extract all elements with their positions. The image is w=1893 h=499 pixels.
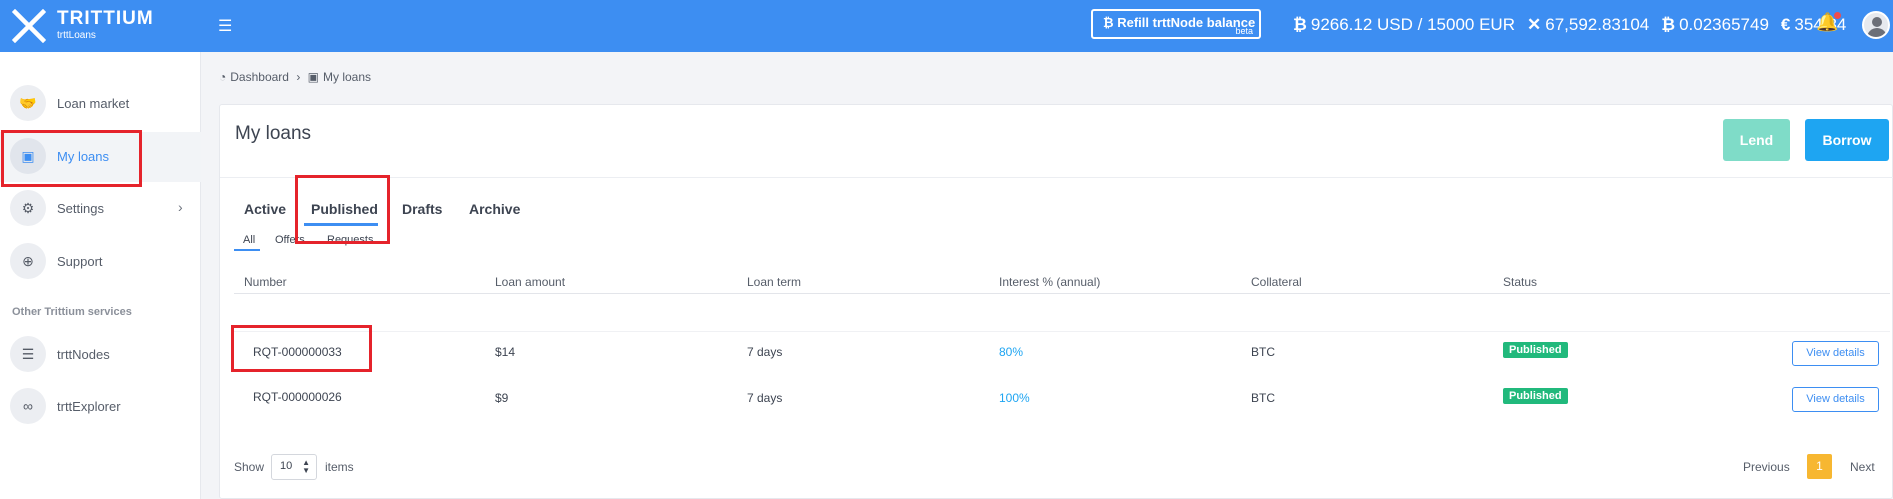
sidebar-item-trttnodes[interactable]: ☰ trttNodes: [0, 330, 201, 380]
table-cell-collateral: BTC: [1251, 345, 1275, 359]
previous-page-link[interactable]: Previous: [1743, 460, 1790, 474]
breadcrumb-dashboard[interactable]: Dashboard: [230, 70, 289, 84]
table-cell-interest: 100%: [999, 391, 1030, 405]
app-name: TRITTIUM: [57, 8, 154, 29]
sidebar-item-support[interactable]: ⊕ Support: [0, 237, 201, 287]
table-cell-number: RQT-000000026: [253, 390, 342, 404]
bitcoin-icon: ₿: [1293, 15, 1307, 34]
handshake-icon: 🤝: [10, 85, 46, 121]
sidebar-item-label: Loan market: [57, 96, 130, 111]
show-label: Show: [234, 460, 265, 474]
dashboard-icon: ◔: [219, 70, 227, 84]
beta-badge: beta: [1235, 26, 1253, 36]
table-cell-collateral: BTC: [1251, 391, 1275, 405]
chevron-right-icon: ›: [178, 199, 183, 215]
lifebuoy-icon: ⊕: [10, 243, 46, 279]
tab-drafts[interactable]: Drafts: [402, 201, 442, 217]
table-cell-interest: 80%: [999, 345, 1024, 359]
page-size-select[interactable]: 10 ▲ ▼: [271, 454, 317, 480]
avatar-body: [1867, 28, 1887, 37]
sidebar-item-label: trttExplorer: [57, 399, 121, 414]
balances: ₿ 9266.12 USD / 15000 EUR ✕ 67,592.83104 ₿ 0.…: [1293, 15, 1858, 35]
avatar-head: [1872, 17, 1882, 27]
highlight-box-published-tab: [295, 175, 390, 244]
sidebar-item-settings[interactable]: ⚙ Settings ›: [0, 184, 201, 234]
table-cell-amount: $9: [495, 391, 509, 405]
balance-trittium: ✕ 67,592.83104: [1527, 15, 1649, 34]
gear-icon: ⚙: [10, 190, 46, 226]
next-page-link[interactable]: Next: [1850, 460, 1875, 474]
page-title: My loans: [235, 123, 312, 144]
sidebar-item-label: Support: [57, 254, 103, 269]
tab-archive[interactable]: Archive: [469, 201, 520, 217]
balance-value: 9266.12 USD / 15000 EUR: [1310, 15, 1515, 34]
balance-usd-eur: ₿ 9266.12 USD / 15000 EUR: [1293, 15, 1515, 34]
status-badge: Published: [1503, 342, 1568, 358]
chevron-right-icon: ›: [296, 70, 301, 84]
balance-value: 0.02365749: [1679, 15, 1769, 34]
sidebar-item-loan-market[interactable]: 🤝 Loan market: [0, 79, 201, 129]
refill-balance-button[interactable]: ₿ Refill trttNode balance beta: [1091, 9, 1261, 39]
notification-dot: [1834, 12, 1841, 19]
balance-value: 67,592.83104: [1545, 15, 1650, 34]
menu-toggle-icon[interactable]: ☰: [218, 16, 232, 36]
table-cell-term: 7 days: [747, 391, 783, 405]
column-header-status: Status: [1503, 275, 1538, 289]
page-size-value: 10: [280, 460, 293, 472]
view-details-button[interactable]: View details: [1792, 341, 1879, 366]
briefcase-icon: ▣: [307, 70, 319, 84]
column-header-loan-amount: Loan amount: [495, 275, 566, 289]
sidebar-item-label: Settings: [57, 201, 104, 216]
breadcrumb-current: My loans: [323, 70, 372, 84]
lend-button[interactable]: Lend: [1723, 119, 1790, 161]
view-details-button[interactable]: View details: [1792, 387, 1879, 412]
link-icon: ∞: [10, 388, 46, 424]
server-icon: ☰: [10, 336, 46, 372]
top-bar: TRITTIUM trttLoans ☰ ₿ Refill trttNode b…: [0, 0, 1893, 52]
sidebar-item-label: trttNodes: [57, 347, 110, 362]
subtab-all[interactable]: All: [243, 234, 255, 246]
app-subtitle: trttLoans: [57, 30, 96, 41]
trittium-logo-icon: [12, 9, 46, 43]
divider: [220, 177, 1893, 178]
tab-active[interactable]: Active: [244, 201, 286, 217]
row-divider: [234, 331, 1890, 332]
table-cell-amount: $14: [495, 345, 516, 359]
bitcoin-icon: ₿: [1661, 15, 1676, 34]
highlight-box-my-loans: [1, 130, 142, 187]
table-cell-term: 7 days: [747, 345, 783, 359]
balance-btc: ₿ 0.02365749: [1661, 15, 1769, 34]
column-header-loan-term: Loan term: [747, 275, 802, 289]
bitcoin-icon: ₿: [1103, 15, 1118, 30]
sidebar: 🤝 Loan market ▣ My loans ⚙ Settings › ⊕ …: [0, 52, 201, 499]
table-header-divider: [234, 293, 1890, 294]
status-badge: Published: [1503, 388, 1568, 404]
column-header-interest: Interest % (annual): [999, 275, 1101, 289]
items-label: items: [325, 460, 354, 474]
euro-icon: €: [1780, 15, 1791, 34]
sidebar-item-trttexplorer[interactable]: ∞ trttExplorer: [0, 382, 201, 432]
trittium-icon: ✕: [1526, 15, 1542, 34]
column-header-number: Number: [244, 275, 287, 289]
main-card: My loans Lend Borrow Active Published Dr…: [219, 104, 1893, 499]
column-header-collateral: Collateral: [1251, 275, 1302, 289]
breadcrumb: ◔ Dashboard › ▣ My loans: [219, 70, 375, 84]
highlight-box-loan-number: [231, 325, 372, 372]
chevron-up-down-icon: ▲ ▼: [302, 458, 310, 475]
avatar[interactable]: [1862, 11, 1890, 39]
current-page-button[interactable]: 1: [1807, 454, 1832, 479]
active-subtab-indicator: [234, 249, 260, 251]
borrow-button[interactable]: Borrow: [1805, 119, 1889, 161]
section-title: Other Trittium services: [12, 306, 132, 318]
